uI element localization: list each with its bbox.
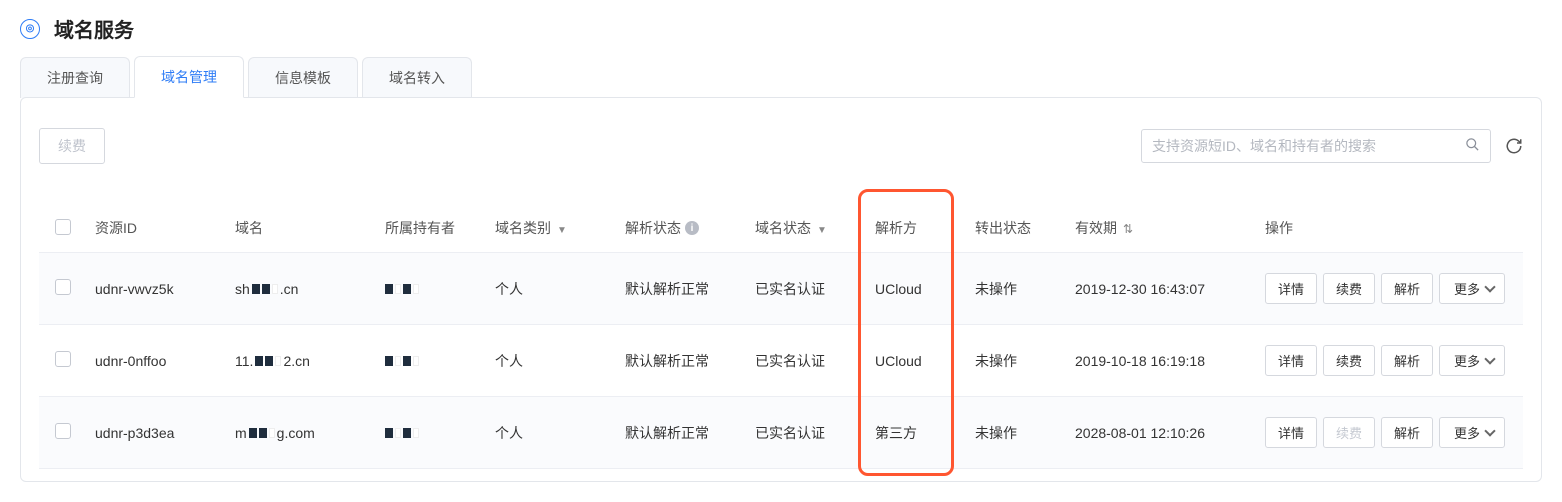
more-button[interactable]: 更多 — [1439, 345, 1505, 376]
col-expire[interactable]: 有效期 — [1065, 204, 1255, 253]
cell-resolver: 第三方 — [865, 397, 965, 469]
cell-domain: sh.cn — [225, 253, 375, 325]
cell-domain: mg.com — [225, 397, 375, 469]
cell-expire: 2019-12-30 16:43:07 — [1065, 253, 1255, 325]
cell-owner — [375, 253, 485, 325]
cell-resolve-status: 默认解析正常 — [615, 253, 745, 325]
row-checkbox[interactable] — [55, 351, 71, 367]
cell-resource-id: udnr-vwvz5k — [85, 253, 225, 325]
page-header: ◎ 域名服务 — [0, 0, 1562, 57]
col-resolve-status: 解析状态 i — [615, 204, 745, 253]
bulk-renew-button[interactable]: 续费 — [39, 128, 105, 164]
table-header-row: 资源ID 域名 所属持有者 域名类别 解析状态 i 域名状态 解析方 转出状态 有… — [39, 204, 1523, 253]
cell-transfer-status: 未操作 — [965, 253, 1065, 325]
domain-table: 资源ID 域名 所属持有者 域名类别 解析状态 i 域名状态 解析方 转出状态 有… — [39, 204, 1523, 469]
content-panel: 续费 — [20, 97, 1542, 482]
search-box[interactable] — [1141, 129, 1491, 163]
chevron-down-icon — [1484, 281, 1495, 292]
col-ops: 操作 — [1255, 204, 1523, 253]
cell-transfer-status: 未操作 — [965, 325, 1065, 397]
tab-label: 域名转入 — [389, 70, 445, 86]
toolbar-right — [1141, 129, 1523, 163]
cell-resolver: UCloud — [865, 325, 965, 397]
tab-label: 注册查询 — [47, 70, 103, 86]
cell-domain-status: 已实名认证 — [745, 397, 865, 469]
col-domain: 域名 — [225, 204, 375, 253]
cell-resolver: UCloud — [865, 253, 965, 325]
col-label: 解析方 — [875, 220, 917, 236]
cell-actions: 详情续费解析更多 — [1255, 253, 1523, 325]
resolve-button[interactable]: 解析 — [1381, 345, 1433, 376]
tab-label: 域名管理 — [161, 69, 217, 85]
detail-button[interactable]: 详情 — [1265, 345, 1317, 376]
cell-resolve-status: 默认解析正常 — [615, 397, 745, 469]
renew-button[interactable]: 续费 — [1323, 273, 1375, 304]
cell-domain-status: 已实名认证 — [745, 253, 865, 325]
col-owner: 所属持有者 — [375, 204, 485, 253]
col-label: 解析状态 — [625, 218, 681, 238]
filter-icon — [815, 220, 827, 236]
cell-domain-type: 个人 — [485, 397, 615, 469]
more-button[interactable]: 更多 — [1439, 273, 1505, 304]
table-row: udnr-p3d3eamg.com 个人默认解析正常已实名认证第三方未操作2028… — [39, 397, 1523, 469]
more-button[interactable]: 更多 — [1439, 417, 1505, 448]
cell-domain-type: 个人 — [485, 325, 615, 397]
col-domain-type[interactable]: 域名类别 — [485, 204, 615, 253]
col-label: 操作 — [1265, 220, 1293, 236]
cell-resolve-status: 默认解析正常 — [615, 325, 745, 397]
tab-domain-manage[interactable]: 域名管理 — [134, 56, 244, 98]
info-icon[interactable]: i — [685, 221, 699, 235]
col-label: 资源ID — [95, 220, 137, 236]
detail-button[interactable]: 详情 — [1265, 273, 1317, 304]
cell-expire: 2019-10-18 16:19:18 — [1065, 325, 1255, 397]
resolve-button[interactable]: 解析 — [1381, 417, 1433, 448]
chevron-down-icon — [1484, 425, 1495, 436]
tab-label: 信息模板 — [275, 70, 331, 86]
col-label: 所属持有者 — [385, 220, 455, 236]
chevron-down-icon — [1484, 353, 1495, 364]
col-label: 转出状态 — [975, 220, 1031, 236]
tab-register-query[interactable]: 注册查询 — [20, 57, 130, 98]
renew-button[interactable]: 续费 — [1323, 345, 1375, 376]
refresh-icon[interactable] — [1505, 137, 1523, 155]
col-label: 域名类别 — [495, 218, 551, 238]
tab-bar: 注册查询 域名管理 信息模板 域名转入 — [0, 57, 1562, 97]
col-label: 有效期 — [1075, 218, 1117, 238]
cell-domain-status: 已实名认证 — [745, 325, 865, 397]
cell-owner — [375, 397, 485, 469]
cell-domain: 11.2.cn — [225, 325, 375, 397]
col-domain-status[interactable]: 域名状态 — [745, 204, 865, 253]
table-row: udnr-0nffoo11.2.cn 个人默认解析正常已实名认证UCloud未操作… — [39, 325, 1523, 397]
cell-resource-id: udnr-p3d3ea — [85, 397, 225, 469]
row-checkbox[interactable] — [55, 279, 71, 295]
col-resource-id: 资源ID — [85, 204, 225, 253]
col-label: 域名 — [235, 220, 263, 236]
page-title: 域名服务 — [54, 14, 134, 43]
filter-icon — [555, 220, 567, 236]
table-row: udnr-vwvz5ksh.cn 个人默认解析正常已实名认证UCloud未操作20… — [39, 253, 1523, 325]
row-checkbox[interactable] — [55, 423, 71, 439]
service-logo-icon: ◎ — [20, 19, 40, 39]
col-transfer-status: 转出状态 — [965, 204, 1065, 253]
search-input[interactable] — [1152, 138, 1465, 154]
renew-button: 续费 — [1323, 417, 1375, 448]
toolbar: 续费 — [39, 128, 1523, 164]
cell-transfer-status: 未操作 — [965, 397, 1065, 469]
tab-domain-transfer-in[interactable]: 域名转入 — [362, 57, 472, 98]
detail-button[interactable]: 详情 — [1265, 417, 1317, 448]
cell-owner — [375, 325, 485, 397]
cell-domain-type: 个人 — [485, 253, 615, 325]
col-label: 域名状态 — [755, 218, 811, 238]
cell-actions: 详情续费解析更多 — [1255, 325, 1523, 397]
cell-expire: 2028-08-01 12:10:26 — [1065, 397, 1255, 469]
resolve-button[interactable]: 解析 — [1381, 273, 1433, 304]
sort-icon — [1121, 220, 1133, 236]
cell-actions: 详情续费解析更多 — [1255, 397, 1523, 469]
cell-resource-id: udnr-0nffoo — [85, 325, 225, 397]
select-all-checkbox[interactable] — [55, 219, 71, 235]
col-resolver: 解析方 — [865, 204, 965, 253]
search-icon[interactable] — [1465, 137, 1480, 156]
tab-info-template[interactable]: 信息模板 — [248, 57, 358, 98]
